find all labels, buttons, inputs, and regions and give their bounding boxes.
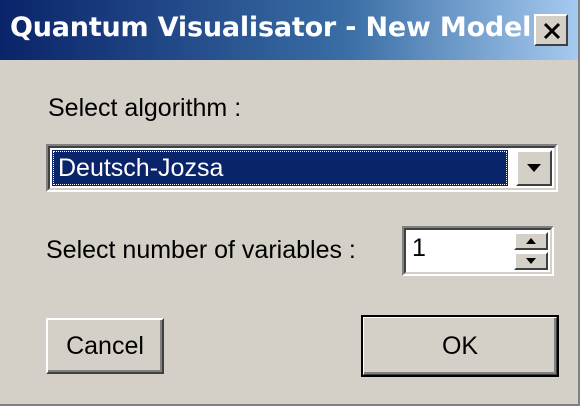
title-bar[interactable]: Quantum Visualisator - New Model [0,0,578,60]
variables-spinner[interactable]: 1 [402,226,554,276]
spin-up-button[interactable] [514,232,548,250]
cancel-button[interactable]: Cancel [46,318,164,374]
close-icon [543,22,561,40]
algorithm-label: Select algorithm : [48,94,242,122]
close-button[interactable] [534,14,568,46]
variables-label: Select number of variables : [46,236,356,264]
window-title: Quantum Visualisator - New Model [10,12,532,43]
spin-down-icon [526,258,536,264]
dropdown-button[interactable] [516,150,552,186]
algorithm-dropdown[interactable]: Deutsch-Jozsa [46,144,558,192]
spin-down-button[interactable] [514,252,548,270]
algorithm-selected-value[interactable]: Deutsch-Jozsa [52,150,508,186]
spin-up-icon [526,238,536,244]
dialog-window: Quantum Visualisator - New Model Select … [0,0,580,406]
ok-button[interactable]: OK [361,315,559,377]
variables-input[interactable]: 1 [412,234,426,263]
chevron-down-icon [527,164,541,172]
